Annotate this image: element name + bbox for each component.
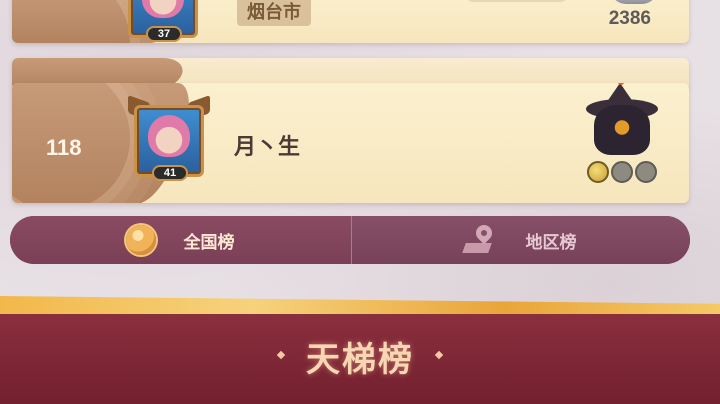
tab-national-label: 全国榜 <box>183 232 235 253</box>
gem-filled-icon <box>587 161 609 183</box>
footer-banner: 天梯榜 <box>0 296 720 404</box>
avatar-portrait <box>148 115 190 157</box>
rings-decoration <box>12 0 132 43</box>
level-badge: 41 <box>152 165 188 181</box>
hero-character-icon[interactable] <box>584 83 660 167</box>
player-avatar[interactable]: 37 <box>124 0 202 42</box>
page-title: 天梯榜 <box>306 340 414 380</box>
leaderboard-entry-current[interactable]: 118 41 月丶生 <box>12 83 689 203</box>
leaderboard-entry-previous[interactable]: 烟台市 2386 37 <box>12 0 689 43</box>
hero-body <box>594 105 650 155</box>
player-name: 月丶生 <box>234 135 301 160</box>
star-gems <box>587 161 657 183</box>
region-tag: 烟台市 <box>237 0 311 26</box>
globe-icon <box>125 225 156 255</box>
map-shape <box>461 243 492 253</box>
tab-regional[interactable]: 地区榜 <box>350 216 690 264</box>
info-pill <box>464 0 570 2</box>
score-value: 2386 <box>608 8 651 29</box>
hero-emblem-icon <box>610 0 658 4</box>
tab-divider <box>351 216 352 264</box>
tab-national[interactable]: 全国榜 <box>10 216 350 264</box>
level-badge: 37 <box>146 26 182 42</box>
leaderboard-tab-bar: 全国榜 地区榜 <box>10 216 690 264</box>
gem-empty-icon <box>611 161 633 183</box>
player-avatar[interactable]: 41 <box>128 94 210 181</box>
pin-shape <box>472 221 495 245</box>
rank-number: 118 <box>46 135 82 160</box>
tab-regional-label: 地区榜 <box>525 232 577 253</box>
map-pin-icon <box>461 221 498 255</box>
gem-empty-icon <box>635 161 657 183</box>
